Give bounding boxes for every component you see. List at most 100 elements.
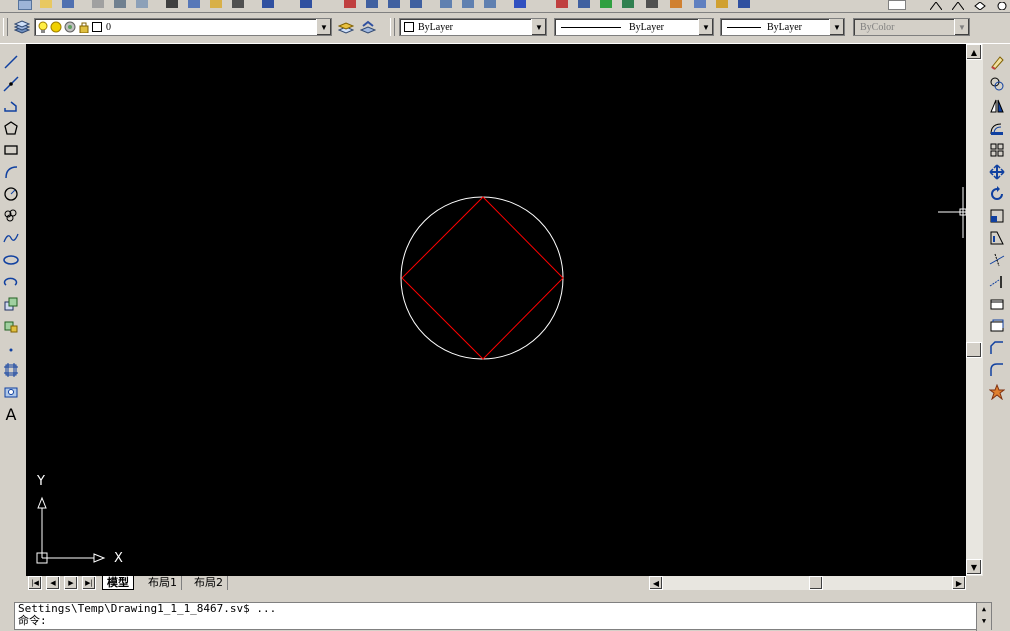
scroll-thumb[interactable] <box>966 342 982 358</box>
toolbar-grip[interactable] <box>3 18 8 36</box>
design-center-icon[interactable] <box>462 0 474 8</box>
paste-icon[interactable] <box>210 0 222 8</box>
find-icon[interactable] <box>578 0 590 8</box>
previous-tab-icon[interactable]: ◀ <box>46 576 60 590</box>
properties-icon[interactable] <box>440 0 452 8</box>
center-mark-icon[interactable] <box>951 0 965 11</box>
arc-icon[interactable] <box>0 162 22 182</box>
zoom-realtime-icon[interactable] <box>366 0 378 8</box>
calculator-icon[interactable] <box>716 0 728 8</box>
chamfer-icon[interactable] <box>986 338 1008 358</box>
multiline-text-icon[interactable]: A <box>0 404 22 424</box>
scroll-left-icon[interactable]: ◀ <box>649 576 663 590</box>
move-icon[interactable] <box>986 162 1008 182</box>
scale-icon[interactable] <box>986 206 1008 226</box>
tab-layout2[interactable]: 布局2 <box>190 576 228 590</box>
dimension-update-icon[interactable] <box>996 0 1008 11</box>
zoom-previous-icon[interactable] <box>410 0 422 8</box>
toolbar-grip[interactable] <box>390 18 395 36</box>
trim-icon[interactable] <box>986 250 1008 270</box>
line-icon[interactable] <box>0 52 22 72</box>
tab-layout1[interactable]: 布局1 <box>144 576 182 590</box>
linetype-control[interactable]: ByLayer ▼ <box>554 18 714 36</box>
circle-icon[interactable] <box>0 184 22 204</box>
command-window[interactable]: Settings\Temp\Drawing1_1_1_8467.sv$ ... … <box>14 602 992 631</box>
extend-icon[interactable] <box>986 272 1008 292</box>
save-icon[interactable] <box>62 0 74 8</box>
scroll-up-icon[interactable]: ▲ <box>966 44 982 60</box>
rotate-icon[interactable] <box>986 184 1008 204</box>
pan-icon[interactable] <box>344 0 356 8</box>
print-icon[interactable] <box>92 0 104 8</box>
explode-icon[interactable] <box>986 382 1008 402</box>
spline-icon[interactable] <box>0 228 22 248</box>
scroll-down-icon[interactable]: ▼ <box>966 559 982 575</box>
hyperlink-icon[interactable] <box>622 0 634 8</box>
tolerance-icon[interactable] <box>929 0 943 11</box>
horizontal-scrollbar[interactable]: ◀ ▶ <box>649 576 966 590</box>
dimension-style-icon[interactable] <box>974 0 986 11</box>
copy-icon[interactable] <box>188 0 200 8</box>
drawing-area[interactable]: X Y <box>26 44 966 576</box>
chevron-down-icon[interactable]: ▼ <box>698 19 713 35</box>
new-icon[interactable] <box>18 0 32 10</box>
ellipse-arc-icon[interactable] <box>0 272 22 292</box>
erase-icon[interactable] <box>986 52 1008 72</box>
insert-block-icon[interactable] <box>0 294 22 314</box>
open-icon[interactable] <box>40 0 52 8</box>
command-scrollbar[interactable]: ▲ ▼ <box>976 603 991 631</box>
stretch-icon[interactable] <box>986 228 1008 248</box>
cut-icon[interactable] <box>166 0 178 8</box>
chevron-down-icon[interactable]: ▼ <box>829 19 844 35</box>
publish-icon[interactable] <box>136 0 148 8</box>
construction-line-icon[interactable] <box>0 74 22 94</box>
refresh-icon[interactable] <box>600 0 612 8</box>
revision-cloud-icon[interactable] <box>0 206 22 226</box>
xref-icon[interactable] <box>738 0 750 8</box>
zoom-window-icon[interactable] <box>388 0 400 8</box>
first-tab-icon[interactable]: |◀ <box>28 576 42 590</box>
last-tab-icon[interactable]: ▶| <box>82 576 96 590</box>
chevron-down-icon[interactable]: ▼ <box>316 19 331 35</box>
polyline-icon[interactable] <box>0 96 22 116</box>
tab-model[interactable]: 模型 <box>102 576 134 590</box>
break-at-point-icon[interactable] <box>986 294 1008 314</box>
tool-palettes-icon[interactable] <box>484 0 496 8</box>
scroll-down-icon[interactable]: ▼ <box>977 615 991 627</box>
copy-object-icon[interactable] <box>986 74 1008 94</box>
workspace-icon[interactable] <box>888 0 906 10</box>
layer-previous-icon[interactable] <box>358 18 378 36</box>
sheet-set-icon[interactable] <box>694 0 706 8</box>
hatch-icon[interactable] <box>0 360 22 380</box>
help-icon[interactable] <box>514 0 526 8</box>
redo-icon[interactable] <box>300 0 312 8</box>
web-icon[interactable] <box>556 0 568 8</box>
undo-icon[interactable] <box>262 0 274 8</box>
mirror-icon[interactable] <box>986 96 1008 116</box>
plot-preview-icon[interactable] <box>114 0 126 8</box>
make-block-icon[interactable] <box>0 316 22 336</box>
region-icon[interactable] <box>0 382 22 402</box>
match-properties-icon[interactable] <box>232 0 244 8</box>
markup-icon[interactable] <box>646 0 658 8</box>
vertical-scrollbar[interactable]: ▲ ▼ <box>966 44 983 576</box>
polygon-icon[interactable] <box>0 118 22 138</box>
horizontal-scroll-thumb[interactable] <box>809 576 823 590</box>
array-icon[interactable] <box>986 140 1008 160</box>
layer-combo[interactable]: 0 ▼ <box>34 18 332 36</box>
chevron-down-icon[interactable]: ▼ <box>531 19 546 35</box>
offset-icon[interactable] <box>986 118 1008 138</box>
fillet-icon[interactable] <box>986 360 1008 380</box>
color-control[interactable]: ByLayer ▼ <box>399 18 547 36</box>
layer-manager-icon[interactable] <box>12 18 32 36</box>
block-editor-icon[interactable] <box>670 0 682 8</box>
next-tab-icon[interactable]: ▶ <box>64 576 78 590</box>
scroll-right-icon[interactable]: ▶ <box>952 576 966 590</box>
rectangle-icon[interactable] <box>0 140 22 160</box>
point-icon[interactable] <box>0 338 22 358</box>
lineweight-control[interactable]: ByLayer ▼ <box>720 18 845 36</box>
break-icon[interactable] <box>986 316 1008 336</box>
make-current-layer-icon[interactable] <box>336 18 356 36</box>
ellipse-icon[interactable] <box>0 250 22 270</box>
scroll-up-icon[interactable]: ▲ <box>977 603 991 615</box>
